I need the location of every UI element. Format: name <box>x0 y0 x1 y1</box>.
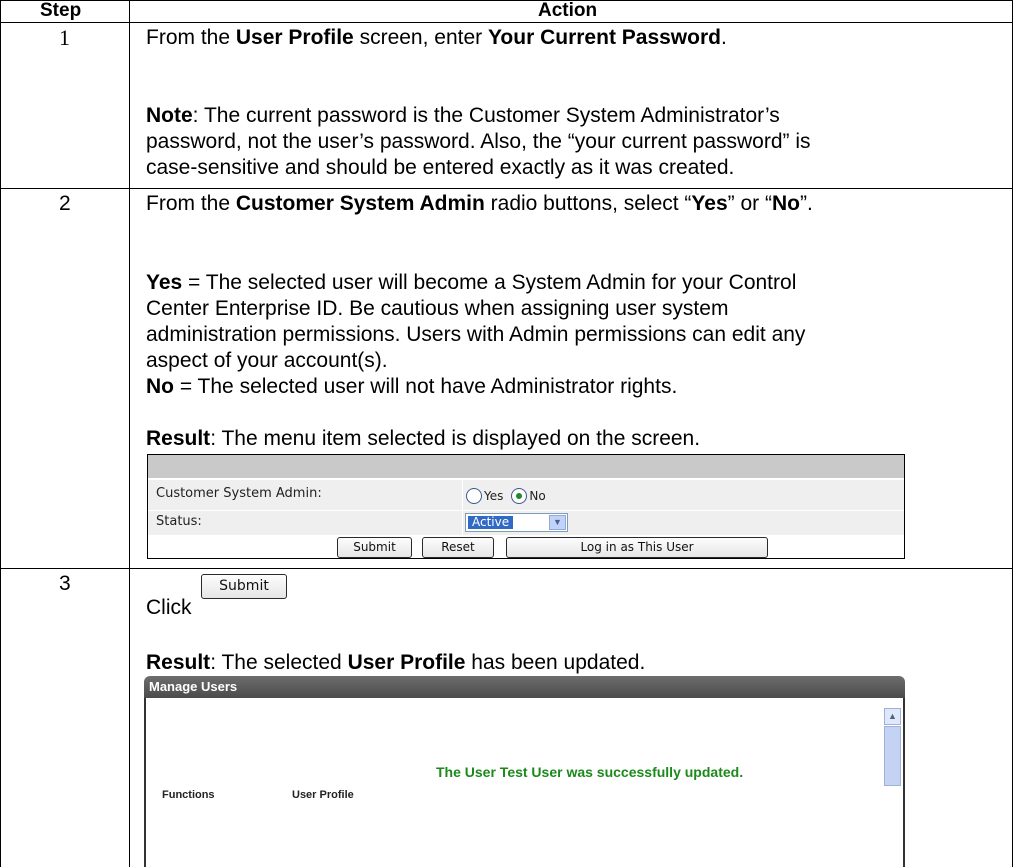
no-radio[interactable] <box>511 487 528 504</box>
row1-divider <box>0 188 1013 189</box>
procedure-document: Step Action 1 From the User Profile scre… <box>0 0 1016 867</box>
step-number-2: 2 <box>59 192 71 215</box>
status-selected-value: Active <box>468 516 514 529</box>
step1-instruction: From the User Profile screen, enter Your… <box>146 26 727 49</box>
step2-no-line: No = The selected user will not have Adm… <box>146 375 678 398</box>
header-step: Step <box>40 0 82 21</box>
submit-button[interactable]: Submit <box>337 537 412 558</box>
manage-users-screenshot: Manage Users ▲ The User Test User was su… <box>144 676 905 867</box>
step2-yes-line2: Center Enterprise ID. Be cautious when a… <box>146 297 729 320</box>
step2-yes-line3: administration permissions. Users with A… <box>146 323 806 346</box>
user-profile-heading: User Profile <box>292 789 354 801</box>
step2-yes-line1: Yes = The selected user will become a Sy… <box>146 271 797 294</box>
functions-heading: Functions <box>162 789 215 801</box>
yes-radio-label: Yes <box>484 488 504 503</box>
row2-divider <box>0 568 1013 569</box>
status-row: Status: Active ▼ <box>148 510 904 535</box>
step-number-3: 3 <box>59 572 71 595</box>
column-divider <box>129 0 130 867</box>
step2-yes-line4: aspect of your account(s). <box>146 349 388 372</box>
admin-form-screenshot: Customer System Admin: Yes No Status: Act… <box>147 454 905 559</box>
table-border-left <box>0 0 1 867</box>
success-message: The User Test User was successfully upda… <box>436 764 744 780</box>
step3-submit-button[interactable]: Submit <box>201 574 287 599</box>
admin-label: Customer System Admin: <box>156 486 322 501</box>
status-label: Status: <box>156 514 202 529</box>
step1-note-line1: Note: The current password is the Custom… <box>146 104 780 127</box>
step1-note-line2: password, not the user’s password. Also,… <box>146 130 811 153</box>
reset-button[interactable]: Reset <box>422 537 494 558</box>
step1-note-line3: case-sensitive and should be entered exa… <box>146 156 735 179</box>
step3-result: Result: The selected User Profile has be… <box>146 651 646 674</box>
admin-row: Customer System Admin: Yes No <box>148 479 904 510</box>
step2-instruction: From the Customer System Admin radio but… <box>146 192 813 215</box>
no-radio-label: No <box>529 488 546 503</box>
yes-radio[interactable] <box>466 487 482 504</box>
status-select[interactable]: Active ▼ <box>465 513 568 532</box>
table-border-top <box>0 0 1013 1</box>
table-border-right <box>1012 0 1013 867</box>
step3-click-label: Click <box>146 596 192 619</box>
vertical-scrollbar[interactable]: ▲ <box>884 708 903 786</box>
manage-users-body: ▲ The User Test User was successfully up… <box>144 698 905 867</box>
header-row-divider <box>0 22 1013 23</box>
header-action: Action <box>538 0 598 21</box>
chevron-down-icon: ▼ <box>549 515 566 530</box>
admin-radio-group: Yes No <box>462 480 902 510</box>
log-in-as-user-button[interactable]: Log in as This User <box>506 537 768 558</box>
step2-result: Result: The menu item selected is displa… <box>146 427 701 450</box>
form-header-bar <box>148 455 904 478</box>
scroll-track[interactable] <box>884 726 901 786</box>
step-number-1: 1 <box>59 25 70 50</box>
status-cell: Active ▼ <box>462 511 903 535</box>
scroll-up-icon[interactable]: ▲ <box>884 708 901 725</box>
manage-users-title: Manage Users <box>144 676 905 698</box>
